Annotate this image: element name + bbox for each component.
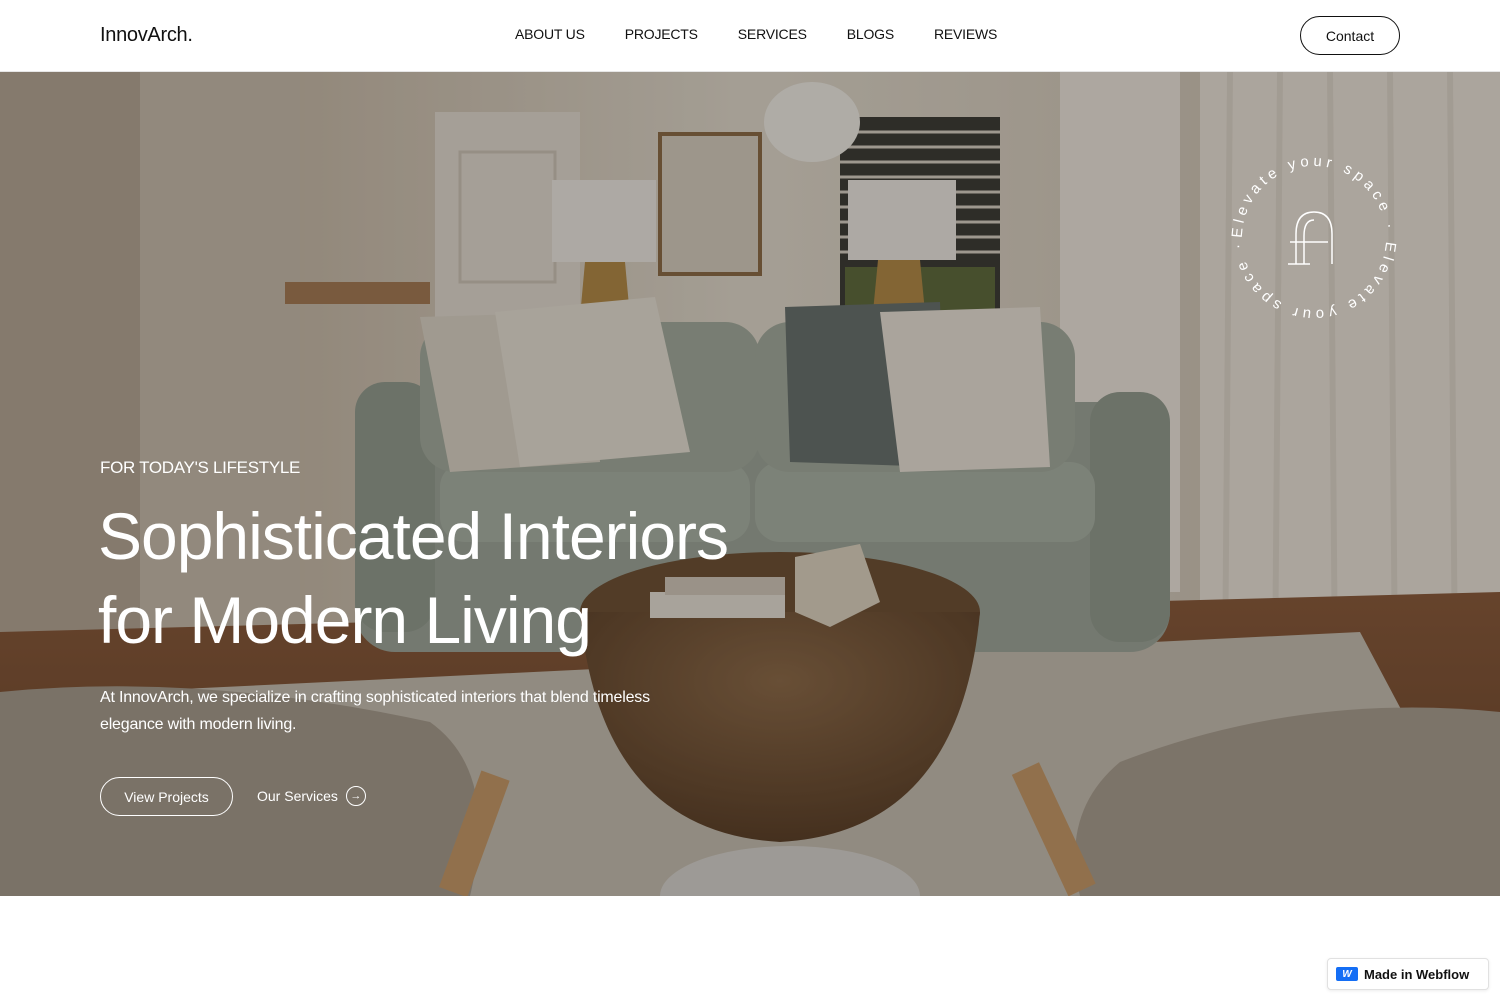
arch-icon (1288, 211, 1333, 265)
site-header: InnovArch. ABOUT US PROJECTS SERVICES BL… (0, 0, 1500, 72)
nav-blogs[interactable]: BLOGS (847, 26, 894, 42)
elevate-badge: Elevate your space · Elevate your space … (1229, 153, 1399, 323)
svg-text:Elevate your space · Elevate y: Elevate your space · Elevate your space … (1229, 153, 1399, 323)
hero-section: Elevate your space · Elevate your space … (0, 72, 1500, 896)
logo[interactable]: InnovArch. (100, 24, 193, 47)
hero-headline: Sophisticated Interiors for Modern Livin… (98, 494, 729, 662)
hero-eyebrow: FOR TODAY'S LIFESTYLE (100, 458, 301, 477)
our-services-label: Our Services (257, 788, 338, 804)
badge-text: Elevate your space · Elevate your space … (1229, 153, 1395, 323)
hero-description: At InnovArch, we specialize in crafting … (100, 689, 650, 733)
webflow-logo-icon: W (1336, 967, 1358, 981)
hero-headline-line2: for Modern Living (98, 583, 592, 657)
arrow-right-circle-icon: → (345, 786, 366, 806)
hero-headline-line1: Sophisticated Interiors (98, 499, 729, 573)
webflow-badge-label: Made in Webflow (1364, 966, 1470, 982)
nav-projects[interactable]: PROJECTS (625, 26, 698, 42)
made-in-webflow-badge[interactable]: W Made in Webflow (1327, 958, 1489, 990)
nav-reviews[interactable]: REVIEWS (934, 26, 997, 42)
main-nav: ABOUT US PROJECTS SERVICES BLOGS REVIEWS (515, 26, 1037, 42)
view-projects-button[interactable]: View Projects (100, 777, 233, 816)
nav-about-us[interactable]: ABOUT US (515, 26, 585, 42)
our-services-link[interactable]: Our Services → (257, 786, 366, 806)
nav-services[interactable]: SERVICES (738, 26, 807, 42)
contact-button[interactable]: Contact (1300, 16, 1400, 55)
